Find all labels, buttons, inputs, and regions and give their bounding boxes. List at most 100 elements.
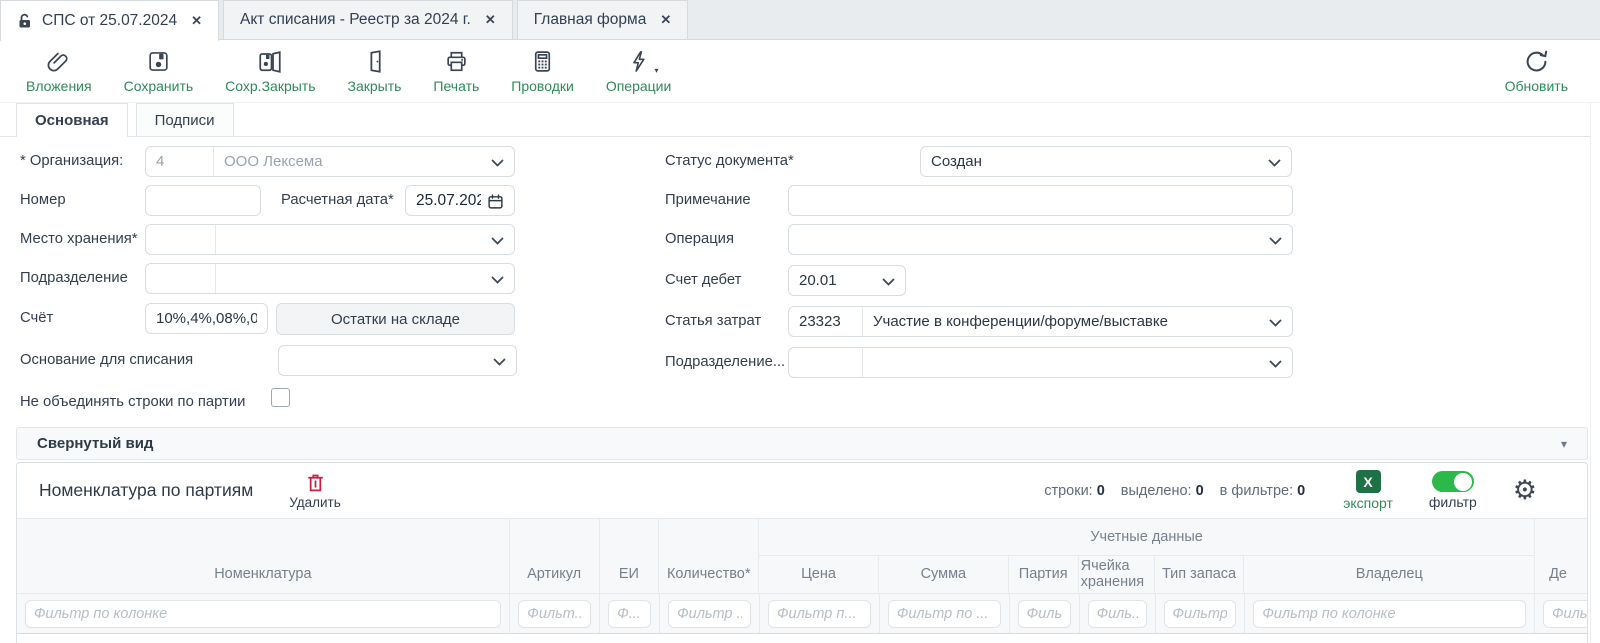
column-filter-input[interactable] bbox=[1018, 600, 1071, 628]
export-button[interactable]: X экспорт bbox=[1343, 470, 1393, 511]
attachments-button[interactable]: Вложения bbox=[26, 48, 92, 94]
toolbar: Вложения Сохранить Сохр.Закрыть bbox=[0, 40, 1600, 103]
grid-title: Номенклатура по партиям bbox=[39, 480, 253, 501]
paperclip-icon bbox=[46, 48, 72, 75]
grid-stats: строки:0 выделено:0 в фильтре:0 bbox=[1044, 483, 1305, 499]
note-label: Примечание bbox=[665, 192, 751, 208]
refresh-button[interactable]: Обновить bbox=[1505, 48, 1568, 94]
cost-item-combo[interactable]: 23323 Участие в конференции/форуме/выста… bbox=[788, 306, 1293, 337]
operation-label: Операция bbox=[665, 231, 734, 247]
close-icon[interactable]: ✕ bbox=[485, 12, 496, 28]
number-input[interactable] bbox=[145, 185, 261, 216]
writeoff-reason-combo[interactable] bbox=[278, 345, 517, 376]
grid-header: Номенклатура по партиям Удалить строки:0… bbox=[17, 463, 1587, 518]
save-button[interactable]: Сохранить bbox=[124, 48, 194, 94]
department2-label: Подразделение... bbox=[665, 354, 785, 370]
column-filter-input[interactable] bbox=[1164, 600, 1237, 628]
account-input[interactable] bbox=[145, 303, 268, 334]
attachments-label: Вложения bbox=[26, 78, 92, 94]
postings-label: Проводки bbox=[511, 78, 574, 94]
column-filter-input[interactable] bbox=[1543, 600, 1588, 628]
column-filter-input[interactable] bbox=[608, 600, 651, 628]
save-close-icon bbox=[257, 48, 283, 75]
selected-stat: выделено:0 bbox=[1121, 483, 1204, 499]
column-header[interactable]: Владелец bbox=[1244, 556, 1534, 593]
window-tab-main-form[interactable]: Главная форма ✕ bbox=[517, 0, 688, 39]
chevron-down-icon bbox=[1269, 319, 1282, 327]
calculator-icon bbox=[530, 48, 555, 75]
debit-account-combo[interactable]: 20.01 bbox=[788, 265, 906, 296]
calc-date-label: Расчетная дата* bbox=[281, 192, 394, 208]
no-merge-checkbox[interactable] bbox=[271, 388, 290, 407]
organization-combo[interactable]: 4 ООО Лексема bbox=[145, 146, 515, 177]
window-tab-register[interactable]: Акт списания - Реестр за 2024 г. ✕ bbox=[223, 0, 513, 39]
number-label: Номер bbox=[20, 192, 66, 208]
column-header[interactable]: ЕИ bbox=[600, 519, 660, 593]
close-icon[interactable]: ✕ bbox=[191, 13, 202, 29]
window-tab-document[interactable]: СПС от 25.07.2024 ✕ bbox=[0, 0, 219, 41]
refresh-icon bbox=[1523, 48, 1550, 75]
column-header[interactable]: Тип запаса bbox=[1155, 556, 1245, 593]
calc-date-field[interactable]: 25.07.2024 bbox=[405, 185, 515, 216]
gear-icon[interactable]: ⚙ bbox=[1513, 477, 1537, 504]
operation-combo[interactable] bbox=[788, 224, 1293, 255]
chevron-down-icon bbox=[882, 278, 895, 286]
printer-icon bbox=[444, 48, 469, 75]
column-filter-input[interactable] bbox=[1253, 600, 1526, 628]
column-header[interactable]: Количество* bbox=[659, 519, 759, 593]
chevron-down-icon bbox=[1269, 360, 1282, 368]
column-header[interactable]: Цена bbox=[759, 556, 879, 593]
writeoff-reason-label: Основание для списания bbox=[20, 352, 193, 368]
save-close-label: Сохр.Закрыть bbox=[225, 78, 315, 94]
filtered-stat: в фильтре:0 bbox=[1220, 483, 1306, 499]
tab-signatures[interactable]: Подписи bbox=[136, 103, 234, 136]
column-filter-input[interactable] bbox=[668, 600, 751, 628]
excel-icon: X bbox=[1356, 470, 1381, 493]
save-label: Сохранить bbox=[124, 78, 194, 94]
column-header[interactable]: Партия bbox=[1009, 556, 1079, 593]
department-combo[interactable] bbox=[145, 263, 515, 294]
debit-account-label: Счет дебет bbox=[665, 272, 741, 288]
column-filter-input[interactable] bbox=[1088, 600, 1147, 628]
department2-combo[interactable] bbox=[788, 347, 1293, 378]
operations-button[interactable]: ▾ Операции bbox=[606, 48, 672, 94]
column-header[interactable]: Артикул bbox=[510, 519, 600, 593]
calendar-icon bbox=[487, 193, 504, 210]
save-icon bbox=[146, 48, 171, 75]
column-filter-input[interactable] bbox=[888, 600, 1001, 628]
save-close-button[interactable]: Сохр.Закрыть bbox=[225, 48, 315, 94]
filter-toggle-group: фильтр bbox=[1429, 471, 1477, 510]
grid-filter-row bbox=[17, 594, 1587, 633]
column-filter-input[interactable] bbox=[768, 600, 871, 628]
column-header[interactable]: Ячейка хранения bbox=[1079, 556, 1155, 593]
tab-main[interactable]: Основная bbox=[16, 103, 128, 137]
chevron-down-icon bbox=[493, 358, 506, 366]
delete-button[interactable]: Удалить bbox=[289, 471, 341, 510]
close-button[interactable]: Закрыть bbox=[348, 48, 402, 94]
doc-status-value: Создан bbox=[921, 153, 1262, 170]
operations-label: Операции bbox=[606, 78, 672, 94]
chevron-down-icon bbox=[1268, 159, 1281, 167]
column-header[interactable]: Номенклатура bbox=[17, 519, 510, 593]
print-button[interactable]: Печать bbox=[433, 48, 479, 94]
column-header[interactable]: Сумма bbox=[879, 556, 1009, 593]
collapsed-view-bar[interactable]: Свернутый вид ▾ bbox=[16, 427, 1588, 460]
accounting-data-group: Учетные данные Цена Сумма Партия Ячейка … bbox=[759, 519, 1535, 593]
postings-button[interactable]: Проводки bbox=[511, 48, 574, 94]
filter-toggle[interactable] bbox=[1432, 471, 1474, 492]
column-filter-input[interactable] bbox=[25, 600, 501, 628]
note-input[interactable] bbox=[788, 185, 1293, 216]
content-right-edge bbox=[1590, 103, 1591, 643]
close-icon[interactable]: ✕ bbox=[660, 12, 671, 28]
organization-code: 4 bbox=[146, 147, 214, 176]
stock-balance-button[interactable]: Остатки на складе bbox=[276, 303, 515, 335]
column-filter-input[interactable] bbox=[518, 600, 591, 628]
doc-status-label: Статус документа* bbox=[665, 153, 794, 169]
group-header: Учетные данные bbox=[759, 519, 1534, 556]
chevron-down-icon bbox=[491, 276, 504, 284]
column-header[interactable]: Де bbox=[1535, 519, 1587, 593]
debit-account-value: 20.01 bbox=[789, 272, 876, 289]
doc-status-combo[interactable]: Создан bbox=[920, 146, 1292, 177]
storage-place-combo[interactable] bbox=[145, 224, 515, 255]
caret-down-icon: ▾ bbox=[655, 66, 659, 75]
